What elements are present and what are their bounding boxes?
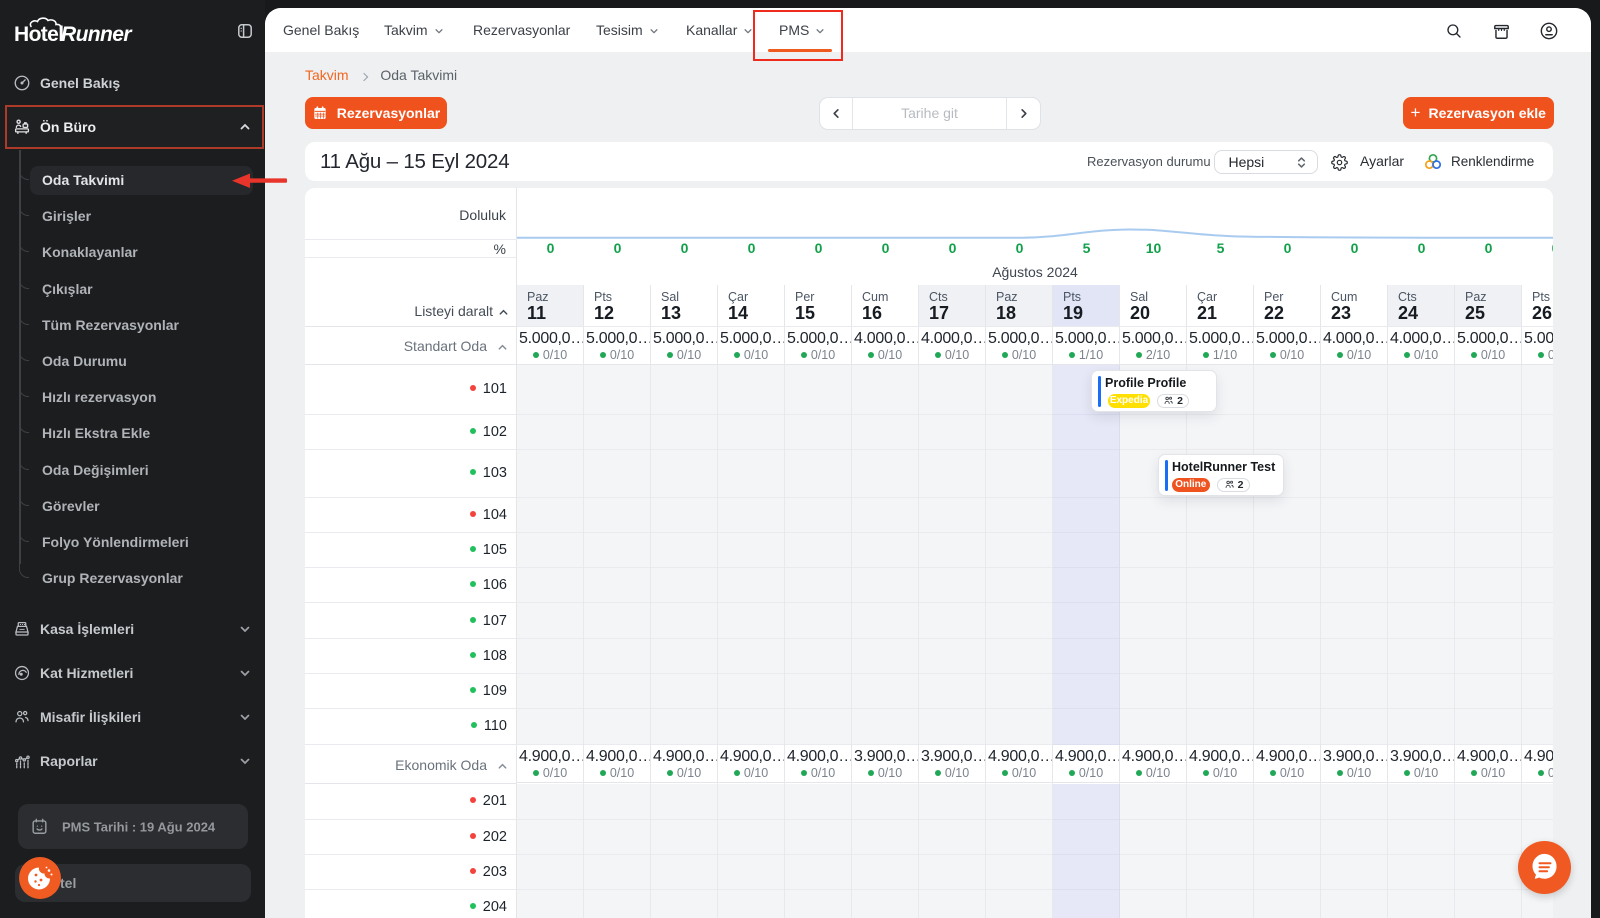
svg-text:Runner: Runner bbox=[61, 23, 133, 46]
svg-text:Hotel: Hotel bbox=[14, 23, 64, 46]
